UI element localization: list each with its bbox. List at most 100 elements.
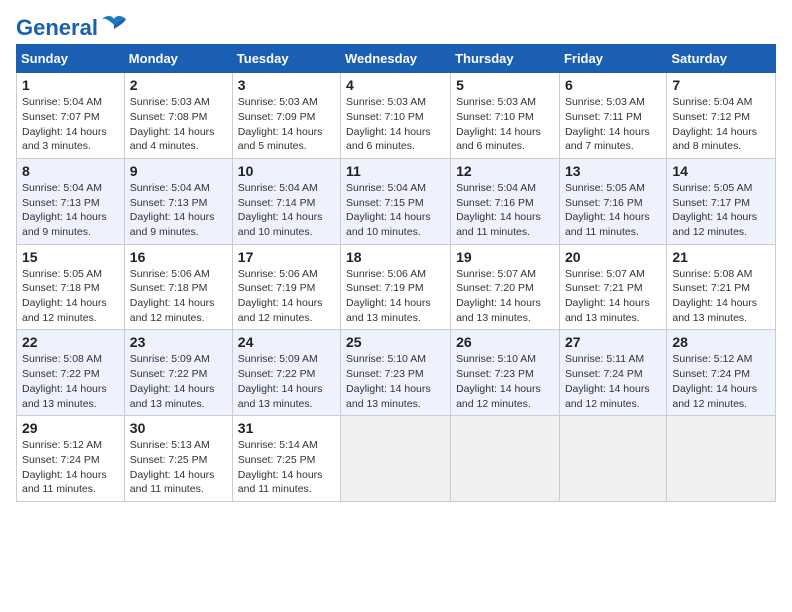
day-number: 31 <box>238 420 335 436</box>
day-cell-10: 10 Sunrise: 5:04 AM Sunset: 7:14 PM Dayli… <box>232 158 340 244</box>
column-header-saturday: Saturday <box>667 45 776 73</box>
day-number: 22 <box>22 334 119 350</box>
day-cell-4: 4Sunrise: 5:03 AM Sunset: 7:10 PM Daylig… <box>341 73 451 159</box>
day-number: 19 <box>456 249 554 265</box>
day-info: Sunrise: 5:08 AM Sunset: 7:21 PM Dayligh… <box>672 267 770 326</box>
day-info: Sunrise: 5:03 AM Sunset: 7:09 PM Dayligh… <box>238 95 335 154</box>
day-cell-14: 14 Sunrise: 5:05 AM Sunset: 7:17 PM Dayli… <box>667 158 776 244</box>
calendar-week-1: 1 Sunrise: 5:04 AM Sunset: 7:07 PM Daylig… <box>17 73 776 159</box>
column-header-wednesday: Wednesday <box>341 45 451 73</box>
day-number: 15 <box>22 249 119 265</box>
day-info: Sunrise: 5:04 AM Sunset: 7:16 PM Dayligh… <box>456 181 554 240</box>
empty-cell <box>559 416 666 502</box>
calendar-week-5: 29Sunrise: 5:12 AM Sunset: 7:24 PM Dayli… <box>17 416 776 502</box>
logo-bird-icon <box>100 15 128 37</box>
day-cell-9: 9 Sunrise: 5:04 AM Sunset: 7:13 PM Daylig… <box>124 158 232 244</box>
day-info: Sunrise: 5:04 AM Sunset: 7:15 PM Dayligh… <box>346 181 445 240</box>
day-cell-27: 27 Sunrise: 5:11 AM Sunset: 7:24 PM Dayli… <box>559 330 666 416</box>
column-header-sunday: Sunday <box>17 45 125 73</box>
day-info: Sunrise: 5:11 AM Sunset: 7:24 PM Dayligh… <box>565 352 661 411</box>
day-info: Sunrise: 5:05 AM Sunset: 7:16 PM Dayligh… <box>565 181 661 240</box>
day-info: Sunrise: 5:04 AM Sunset: 7:12 PM Dayligh… <box>672 95 770 154</box>
day-cell-6: 6 Sunrise: 5:03 AM Sunset: 7:11 PM Daylig… <box>559 73 666 159</box>
day-cell-3: 3 Sunrise: 5:03 AM Sunset: 7:09 PM Daylig… <box>232 73 340 159</box>
day-cell-22: 22 Sunrise: 5:08 AM Sunset: 7:22 PM Dayli… <box>17 330 125 416</box>
day-cell-29: 29Sunrise: 5:12 AM Sunset: 7:24 PM Dayli… <box>17 416 125 502</box>
day-info: Sunrise: 5:04 AM Sunset: 7:13 PM Dayligh… <box>130 181 227 240</box>
column-header-thursday: Thursday <box>451 45 560 73</box>
day-number: 26 <box>456 334 554 350</box>
logo: General <box>16 16 128 36</box>
day-cell-30: 30 Sunrise: 5:13 AM Sunset: 7:25 PM Dayli… <box>124 416 232 502</box>
day-number: 3 <box>238 77 335 93</box>
day-info: Sunrise: 5:04 AM Sunset: 7:13 PM Dayligh… <box>22 181 119 240</box>
day-number: 12 <box>456 163 554 179</box>
day-number: 1 <box>22 77 119 93</box>
day-cell-21: 21 Sunrise: 5:08 AM Sunset: 7:21 PM Dayli… <box>667 244 776 330</box>
day-info: Sunrise: 5:03 AM Sunset: 7:08 PM Dayligh… <box>130 95 227 154</box>
day-number: 29 <box>22 420 119 436</box>
empty-cell <box>667 416 776 502</box>
calendar-table: SundayMondayTuesdayWednesdayThursdayFrid… <box>16 44 776 502</box>
day-cell-7: 7 Sunrise: 5:04 AM Sunset: 7:12 PM Daylig… <box>667 73 776 159</box>
day-number: 24 <box>238 334 335 350</box>
day-info: Sunrise: 5:05 AM Sunset: 7:18 PM Dayligh… <box>22 267 119 326</box>
day-cell-23: 23 Sunrise: 5:09 AM Sunset: 7:22 PM Dayli… <box>124 330 232 416</box>
day-cell-2: 2 Sunrise: 5:03 AM Sunset: 7:08 PM Daylig… <box>124 73 232 159</box>
day-info: Sunrise: 5:04 AM Sunset: 7:14 PM Dayligh… <box>238 181 335 240</box>
day-number: 16 <box>130 249 227 265</box>
day-info: Sunrise: 5:03 AM Sunset: 7:10 PM Dayligh… <box>456 95 554 154</box>
day-info: Sunrise: 5:13 AM Sunset: 7:25 PM Dayligh… <box>130 438 227 497</box>
day-info: Sunrise: 5:07 AM Sunset: 7:21 PM Dayligh… <box>565 267 661 326</box>
day-number: 30 <box>130 420 227 436</box>
day-number: 27 <box>565 334 661 350</box>
day-cell-24: 24 Sunrise: 5:09 AM Sunset: 7:22 PM Dayli… <box>232 330 340 416</box>
day-number: 9 <box>130 163 227 179</box>
day-info: Sunrise: 5:08 AM Sunset: 7:22 PM Dayligh… <box>22 352 119 411</box>
day-number: 21 <box>672 249 770 265</box>
day-number: 14 <box>672 163 770 179</box>
day-number: 6 <box>565 77 661 93</box>
day-number: 20 <box>565 249 661 265</box>
day-number: 17 <box>238 249 335 265</box>
column-header-friday: Friday <box>559 45 666 73</box>
day-number: 5 <box>456 77 554 93</box>
column-header-monday: Monday <box>124 45 232 73</box>
day-cell-5: 5 Sunrise: 5:03 AM Sunset: 7:10 PM Daylig… <box>451 73 560 159</box>
day-cell-17: 17Sunrise: 5:06 AM Sunset: 7:19 PM Dayli… <box>232 244 340 330</box>
day-cell-18: 18Sunrise: 5:06 AM Sunset: 7:19 PM Dayli… <box>341 244 451 330</box>
empty-cell <box>451 416 560 502</box>
day-number: 18 <box>346 249 445 265</box>
day-number: 4 <box>346 77 445 93</box>
day-cell-15: 15 Sunrise: 5:05 AM Sunset: 7:18 PM Dayli… <box>17 244 125 330</box>
day-cell-1: 1 Sunrise: 5:04 AM Sunset: 7:07 PM Daylig… <box>17 73 125 159</box>
day-info: Sunrise: 5:09 AM Sunset: 7:22 PM Dayligh… <box>130 352 227 411</box>
day-number: 8 <box>22 163 119 179</box>
day-number: 25 <box>346 334 445 350</box>
empty-cell <box>341 416 451 502</box>
day-info: Sunrise: 5:12 AM Sunset: 7:24 PM Dayligh… <box>672 352 770 411</box>
day-cell-12: 12 Sunrise: 5:04 AM Sunset: 7:16 PM Dayli… <box>451 158 560 244</box>
day-number: 13 <box>565 163 661 179</box>
day-cell-25: 25Sunrise: 5:10 AM Sunset: 7:23 PM Dayli… <box>341 330 451 416</box>
day-cell-16: 16Sunrise: 5:06 AM Sunset: 7:18 PM Dayli… <box>124 244 232 330</box>
day-cell-13: 13 Sunrise: 5:05 AM Sunset: 7:16 PM Dayli… <box>559 158 666 244</box>
day-number: 10 <box>238 163 335 179</box>
day-cell-19: 19 Sunrise: 5:07 AM Sunset: 7:20 PM Dayli… <box>451 244 560 330</box>
day-info: Sunrise: 5:10 AM Sunset: 7:23 PM Dayligh… <box>456 352 554 411</box>
calendar-week-4: 22 Sunrise: 5:08 AM Sunset: 7:22 PM Dayli… <box>17 330 776 416</box>
day-number: 23 <box>130 334 227 350</box>
day-info: Sunrise: 5:05 AM Sunset: 7:17 PM Dayligh… <box>672 181 770 240</box>
day-cell-28: 28 Sunrise: 5:12 AM Sunset: 7:24 PM Dayli… <box>667 330 776 416</box>
day-cell-11: 11Sunrise: 5:04 AM Sunset: 7:15 PM Dayli… <box>341 158 451 244</box>
day-info: Sunrise: 5:03 AM Sunset: 7:11 PM Dayligh… <box>565 95 661 154</box>
day-number: 28 <box>672 334 770 350</box>
day-info: Sunrise: 5:04 AM Sunset: 7:07 PM Dayligh… <box>22 95 119 154</box>
column-header-tuesday: Tuesday <box>232 45 340 73</box>
day-cell-8: 8 Sunrise: 5:04 AM Sunset: 7:13 PM Daylig… <box>17 158 125 244</box>
day-info: Sunrise: 5:09 AM Sunset: 7:22 PM Dayligh… <box>238 352 335 411</box>
day-info: Sunrise: 5:07 AM Sunset: 7:20 PM Dayligh… <box>456 267 554 326</box>
day-number: 2 <box>130 77 227 93</box>
calendar-week-2: 8 Sunrise: 5:04 AM Sunset: 7:13 PM Daylig… <box>17 158 776 244</box>
day-number: 7 <box>672 77 770 93</box>
